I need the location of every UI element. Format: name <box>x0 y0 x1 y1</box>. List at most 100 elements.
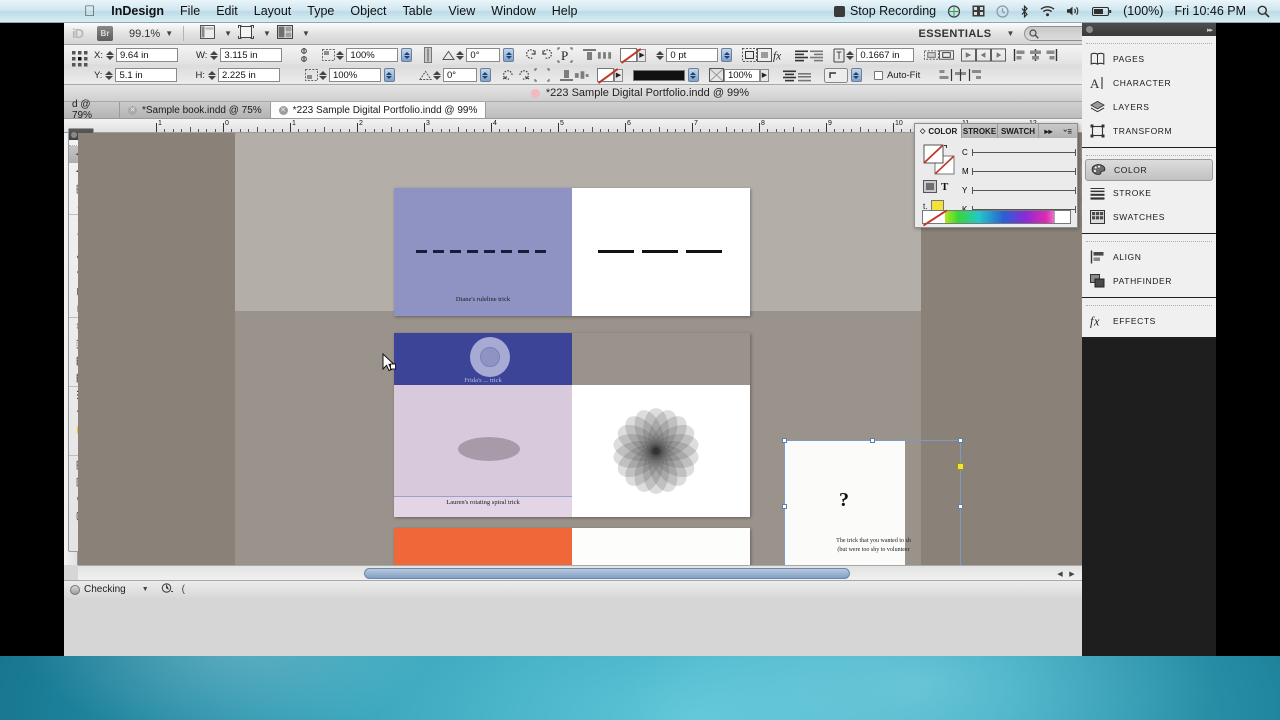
align-center-objects-icon[interactable] <box>1028 48 1043 63</box>
stroke-weight-field[interactable]: 0 pt <box>666 48 719 62</box>
document-tab-1[interactable]: ✕ *Sample book.indd @ 75% <box>120 102 271 118</box>
x-stepper[interactable] <box>105 49 114 62</box>
color-spectrum-ramp[interactable] <box>922 210 1071 224</box>
menu-app-name[interactable]: InDesign <box>111 4 164 18</box>
distribute-centers-icon[interactable] <box>953 68 968 83</box>
vertical-align-bottom-icon[interactable] <box>797 68 812 83</box>
x-field[interactable]: 9.64 in <box>115 48 178 62</box>
flip-horizontal-icon[interactable] <box>501 68 516 83</box>
y-stepper[interactable] <box>105 69 114 82</box>
bridge-launch-button[interactable]: Br <box>97 26 113 41</box>
dock-group-grip[interactable] <box>1086 237 1212 242</box>
stroke-type-preview[interactable] <box>632 69 685 81</box>
menu-layout[interactable]: Layout <box>254 4 292 18</box>
menu-help[interactable]: Help <box>552 4 578 18</box>
align-right-objects-icon[interactable] <box>1043 48 1058 63</box>
handle-middle-left[interactable] <box>782 504 787 509</box>
zoom-level-value[interactable]: 99.1% <box>129 28 160 40</box>
fill-swatch-none[interactable] <box>620 48 638 62</box>
stroke-weight-popup[interactable] <box>721 48 733 62</box>
text-frame-options-icon[interactable] <box>831 48 846 63</box>
live-corner-handle[interactable] <box>957 463 964 470</box>
scale-x-field[interactable]: 100% <box>346 48 399 62</box>
document-tab-2[interactable]: ✕ *223 Sample Digital Portfolio.indd @ 9… <box>270 102 487 118</box>
spread-spiral-left-page[interactable] <box>394 385 572 497</box>
arrange-documents-group[interactable]: ▼ <box>276 25 310 42</box>
stroke-weight-stepper[interactable] <box>656 49 665 62</box>
constrain-proportions-icon[interactable] <box>296 48 311 63</box>
overprint-caret-icon[interactable]: ▼ <box>263 29 271 38</box>
scroll-left-arrow-icon[interactable]: ◀ <box>1054 569 1066 578</box>
horizontal-scroll-thumb[interactable] <box>364 568 850 579</box>
flip-vertical-icon[interactable] <box>516 68 531 83</box>
align-left-objects-icon[interactable] <box>1013 48 1028 63</box>
dock-item-align[interactable]: ALIGN <box>1082 245 1216 269</box>
w-field[interactable]: 3.115 in <box>220 48 283 62</box>
menu-edit[interactable]: Edit <box>216 4 238 18</box>
rotation-field[interactable]: 0° <box>466 48 501 62</box>
auto-fit-checkbox[interactable] <box>873 70 883 80</box>
document-tab-0[interactable]: d @ 79% <box>64 99 120 121</box>
close-tab-1-icon[interactable]: ✕ <box>128 105 137 115</box>
distribute-horizontal-icon[interactable] <box>597 48 612 63</box>
fit-frame-proportionally-icon[interactable] <box>708 68 724 83</box>
stroke-type-popup[interactable] <box>687 68 699 82</box>
screen-mode-caret-icon[interactable]: ▼ <box>224 29 232 38</box>
y-field[interactable]: 5.1 in <box>115 68 178 82</box>
preflight-dropdown-icon[interactable]: ▼ <box>142 586 149 593</box>
stroke-swatch-none[interactable] <box>596 68 614 82</box>
w-stepper[interactable] <box>210 49 219 62</box>
view-overprint-icon[interactable] <box>238 25 255 42</box>
reference-point-proxy[interactable] <box>72 51 88 70</box>
color-panel[interactable]: ◇ COLOR STROKE SWATCH ▸▸ T t. C M Y K <box>914 123 1111 228</box>
screen-mode-group[interactable]: ▼ <box>200 25 232 42</box>
scale-y-field[interactable]: 100% <box>328 68 381 82</box>
text-wrap-none-icon[interactable] <box>924 48 940 63</box>
dock-item-effects[interactable]: fx EFFECTS <box>1082 309 1216 333</box>
scale-x-stepper[interactable] <box>336 49 345 62</box>
handle-top-right[interactable] <box>958 438 963 443</box>
battery-icon[interactable] <box>1092 6 1112 17</box>
rotation-popup[interactable] <box>503 48 515 62</box>
select-content-icon[interactable] <box>961 48 977 63</box>
dock-group-grip[interactable] <box>1086 151 1212 156</box>
spread-rotating-spiral[interactable]: Frida's ... trick Lauren's rotating spir… <box>394 333 750 517</box>
handle-middle-right[interactable] <box>958 504 963 509</box>
effects-fx-button[interactable]: fx <box>772 48 787 63</box>
color-fill-stroke-proxy[interactable] <box>923 144 957 181</box>
keyboard-layout-icon[interactable] <box>972 5 985 17</box>
dock-item-character[interactable]: A CHARACTER <box>1082 71 1216 95</box>
bluetooth-icon[interactable] <box>1020 4 1029 18</box>
shear-popup[interactable] <box>479 68 491 82</box>
align-right-text-icon[interactable] <box>809 48 824 63</box>
opacity-dropdown-arrow[interactable]: ▶ <box>759 68 769 82</box>
color-panel-tab-swatches[interactable]: SWATCH <box>998 124 1039 138</box>
rotate-90-ccw-icon[interactable] <box>524 48 539 63</box>
spread-spiral-right-page[interactable] <box>572 385 750 517</box>
color-panel-tab-color[interactable]: ◇ COLOR <box>915 124 962 138</box>
spread-numbering-left-page[interactable]: 6 Seth's automatic page numbering trick <box>394 528 572 565</box>
text-wrap-bounding-icon[interactable] <box>939 48 955 63</box>
formatting-affects-row[interactable]: T <box>923 180 948 193</box>
time-machine-icon[interactable] <box>996 4 1009 18</box>
arrange-caret-icon[interactable]: ▼ <box>302 29 310 38</box>
menu-object[interactable]: Object <box>350 4 386 18</box>
fit-content-proportionally-icon[interactable] <box>742 48 758 63</box>
color-panel-tab-stroke[interactable]: STROKE <box>962 124 998 138</box>
scale-x-popup[interactable] <box>401 48 413 62</box>
arrange-documents-icon[interactable] <box>276 25 293 42</box>
align-bottom-icon[interactable] <box>559 68 574 83</box>
preflight-status[interactable]: Checking <box>70 584 126 595</box>
dock-item-swatches[interactable]: SWATCHES <box>1082 205 1216 229</box>
dock-item-layers[interactable]: LAYERS <box>1082 95 1216 119</box>
menu-file[interactable]: File <box>180 4 200 18</box>
corner-shape-popup[interactable] <box>850 68 862 82</box>
select-next-object-icon[interactable] <box>991 48 1007 63</box>
vertical-align-center-icon[interactable] <box>782 68 797 83</box>
shear-field[interactable]: 0° <box>442 68 477 82</box>
select-previous-object-icon[interactable] <box>976 48 992 63</box>
menu-table[interactable]: Table <box>403 4 433 18</box>
menu-window[interactable]: Window <box>491 4 535 18</box>
flip-proxy-icon[interactable] <box>420 47 435 63</box>
distribute-top-edges-icon[interactable] <box>938 68 953 83</box>
